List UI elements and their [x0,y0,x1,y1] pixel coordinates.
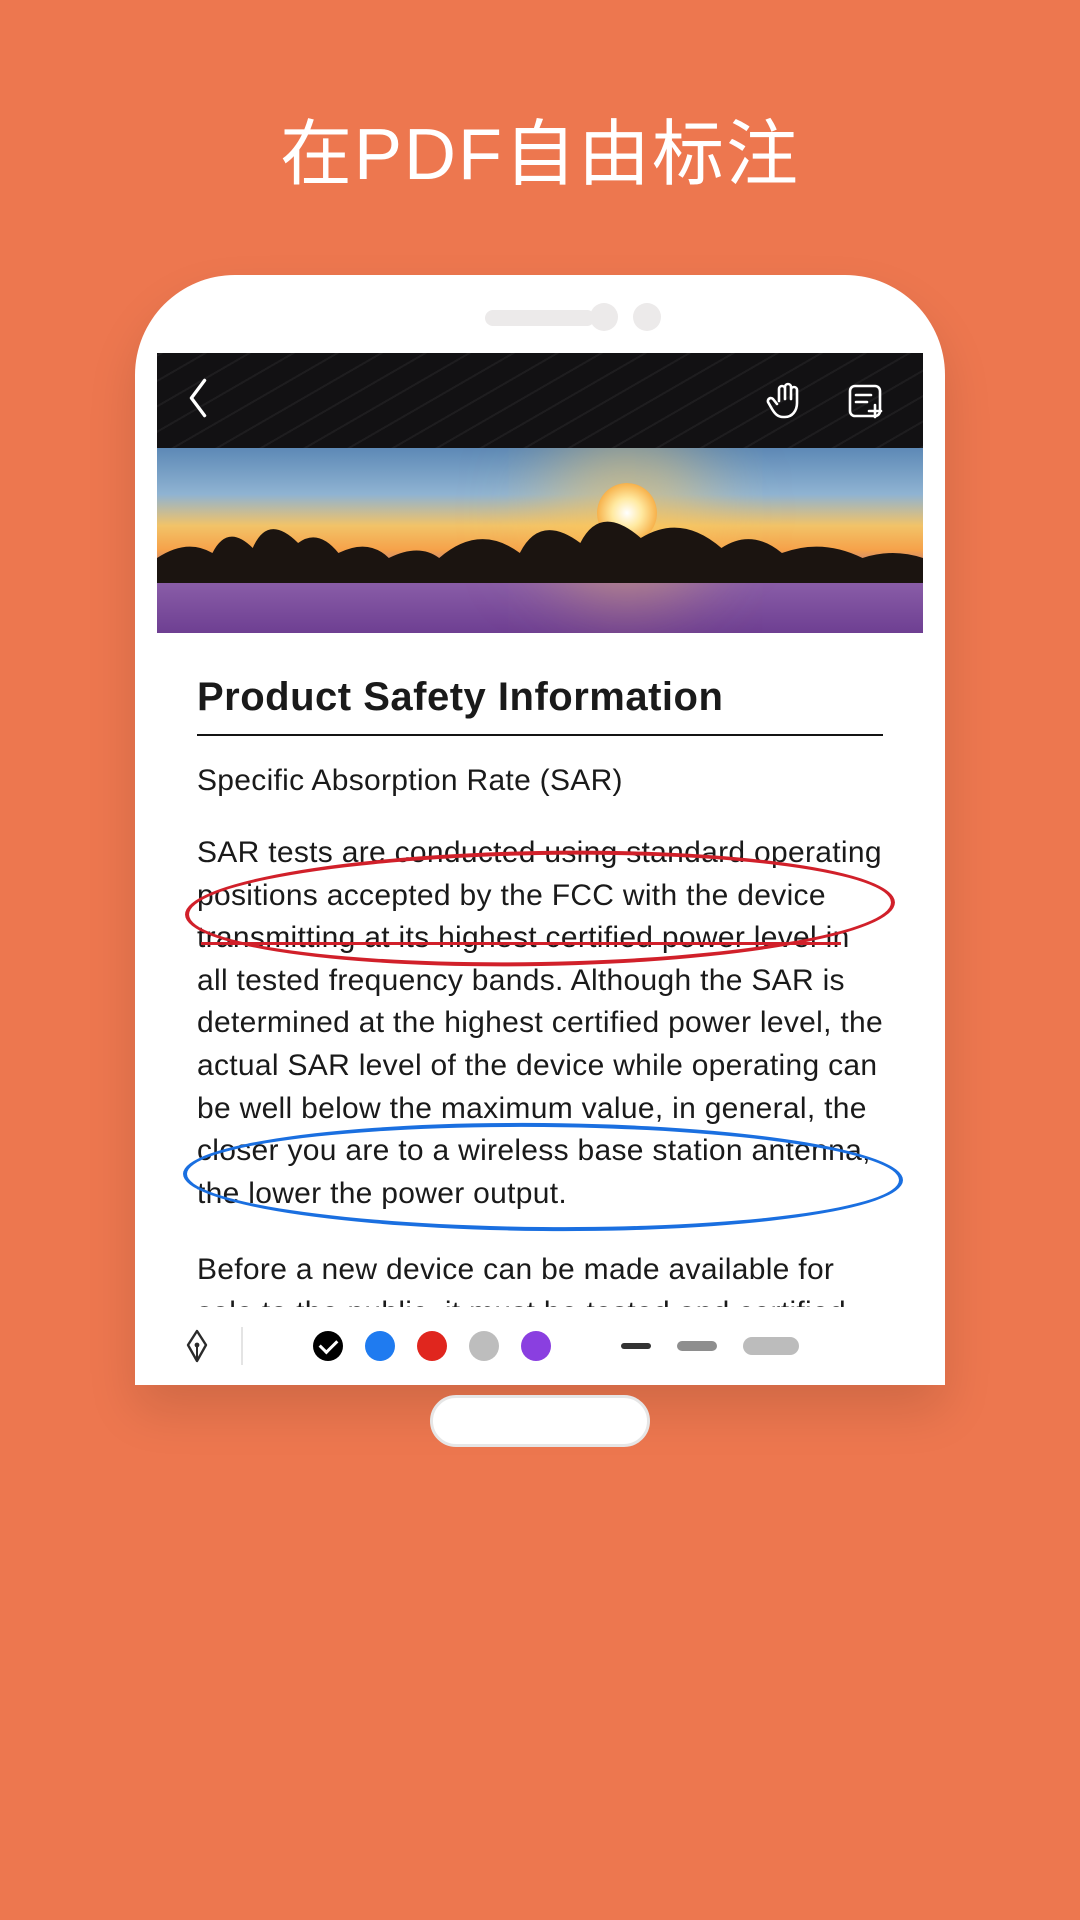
color-red[interactable] [417,1331,447,1361]
app-screen: Product Safety Information Specific Abso… [157,353,923,1385]
phone-home-button [430,1395,650,1447]
stroke-thick[interactable] [743,1337,799,1355]
document-title: Product Safety Information [197,675,883,720]
document-hero-image [157,448,923,633]
color-swatches [313,1331,551,1361]
toolbar-divider [241,1327,243,1365]
color-grey[interactable] [469,1331,499,1361]
color-purple[interactable] [521,1331,551,1361]
hand-tool-button[interactable] [763,379,807,423]
tree-silhouette [157,503,923,583]
pen-tool-button[interactable] [179,1328,215,1364]
back-button[interactable] [183,376,213,425]
promo-title: 在PDF自由标注 [0,95,1080,200]
phone-sensor [590,303,618,331]
stroke-thin[interactable] [621,1343,651,1349]
color-black[interactable] [313,1331,343,1361]
add-note-button[interactable] [843,379,887,423]
pen-nib-icon [179,1328,215,1364]
document-subhead: Specific Absorption Rate (SAR) [197,764,883,798]
stroke-width-group [621,1337,799,1355]
document-body[interactable]: Product Safety Information Specific Abso… [157,633,923,1385]
note-add-icon [843,379,887,423]
phone-camera [633,303,661,331]
phone-frame: Product Safety Information Specific Abso… [135,275,945,1385]
color-blue[interactable] [365,1331,395,1361]
phone-speaker [485,310,595,326]
stroke-medium[interactable] [677,1341,717,1351]
annotation-toolbar [157,1307,923,1385]
title-rule [197,734,883,736]
document-paragraph-1: SAR tests are conducted using standard o… [197,832,883,1215]
hand-pointer-icon [763,379,807,423]
app-top-bar [157,353,923,448]
chevron-left-icon [183,376,213,420]
